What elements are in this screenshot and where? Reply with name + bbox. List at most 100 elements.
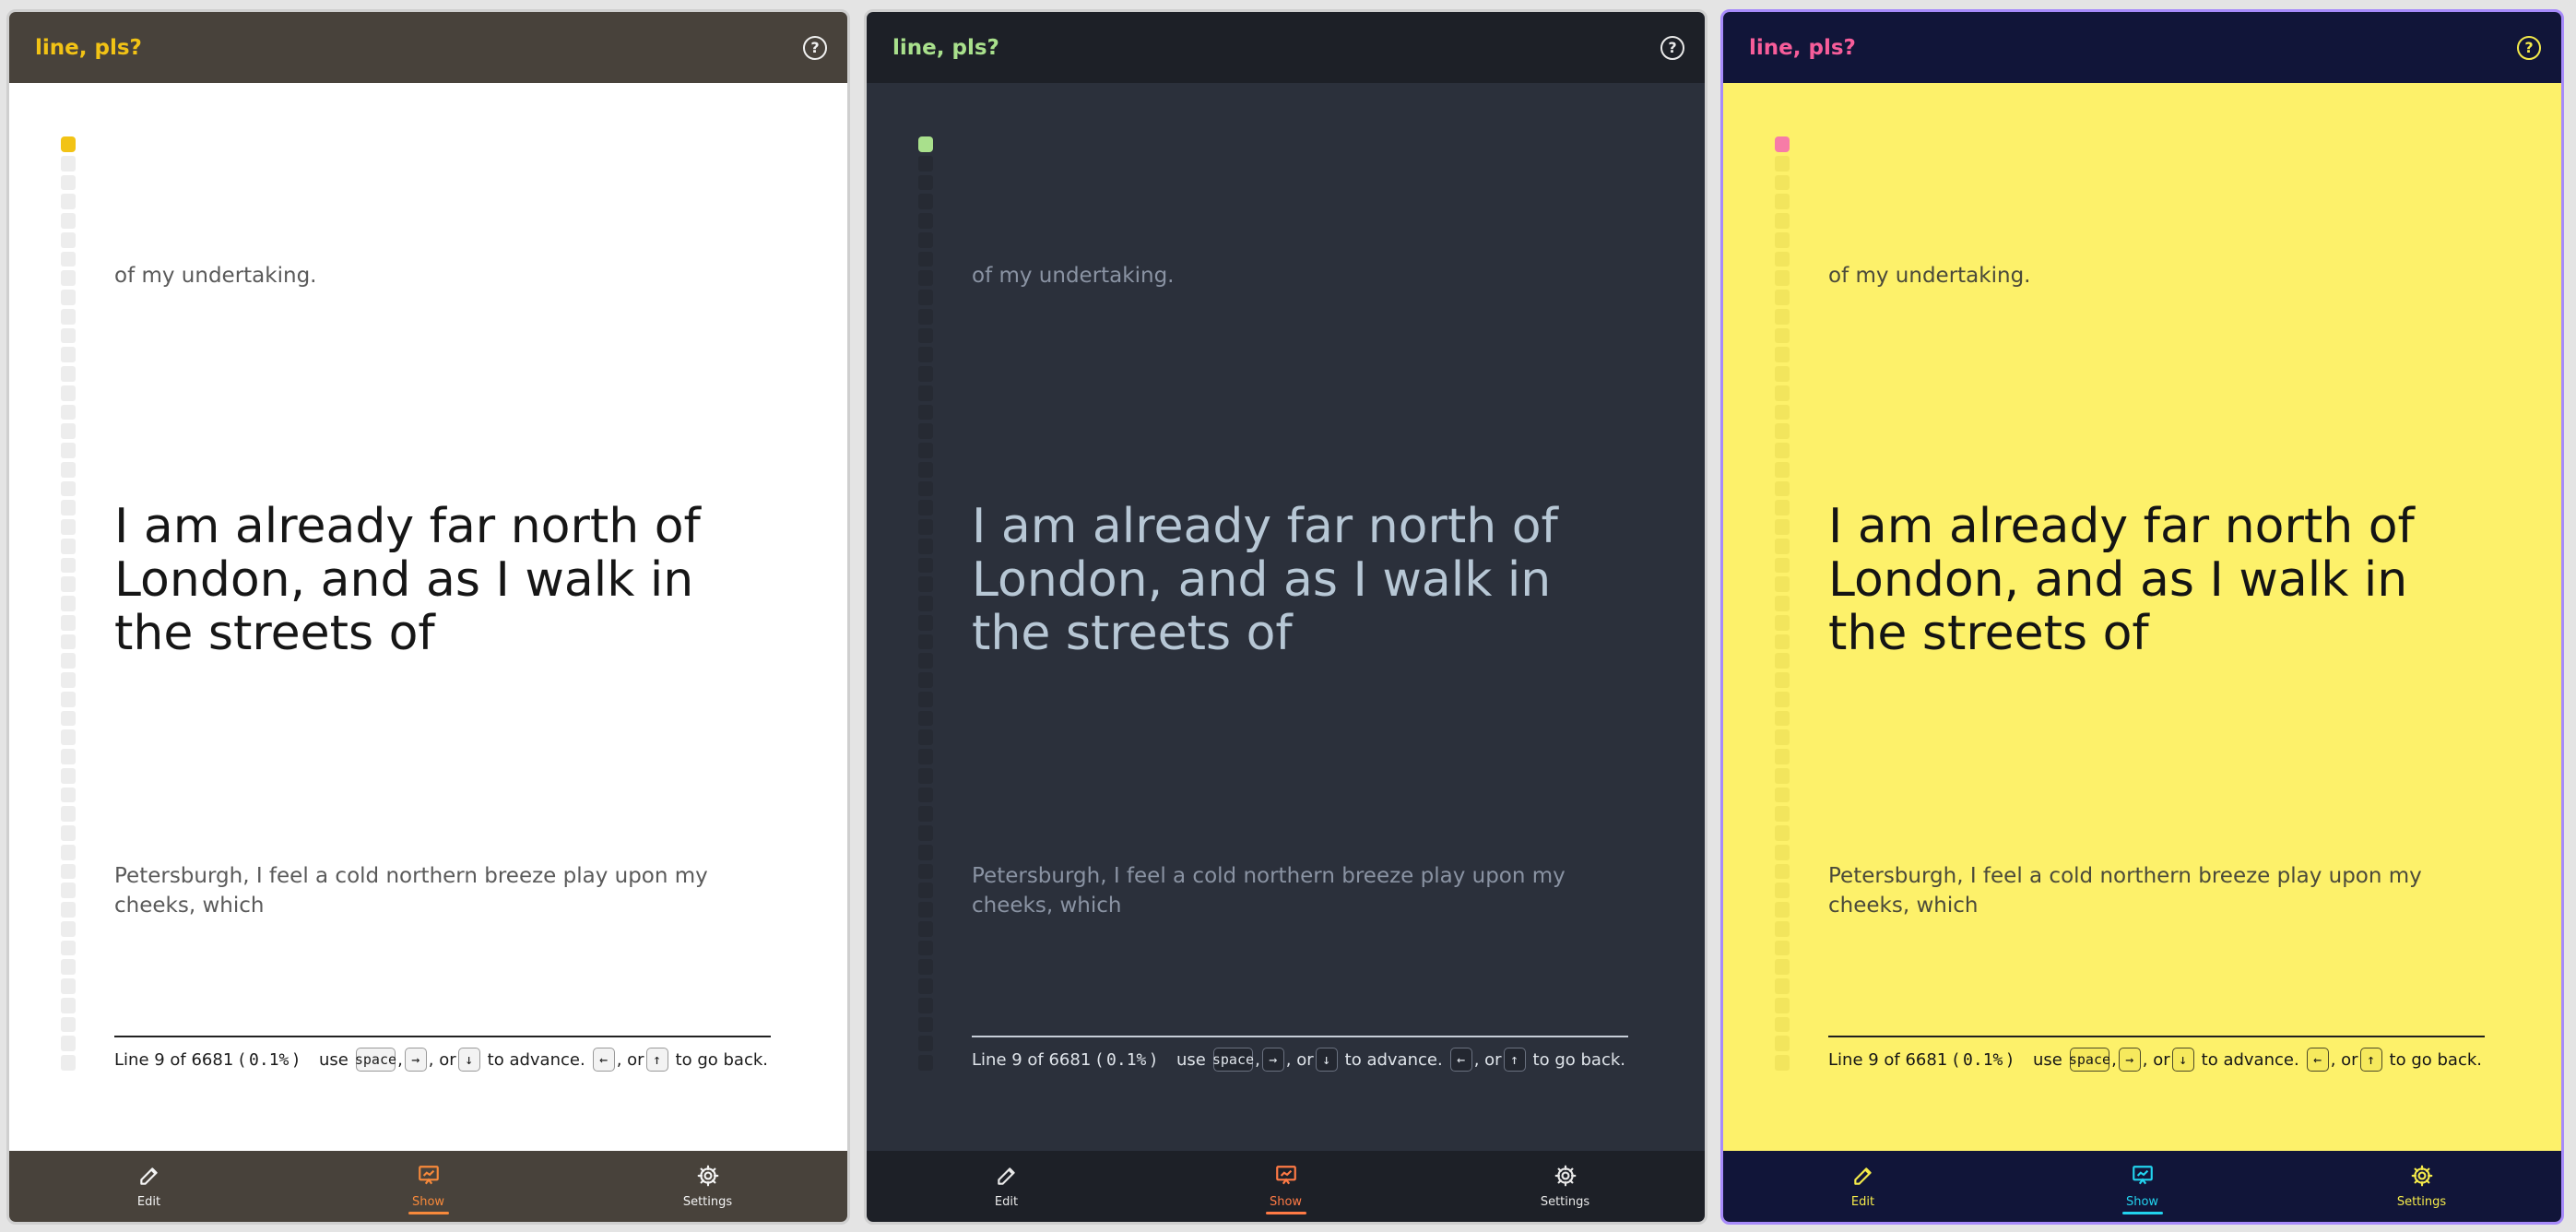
progress-marker[interactable] [61,863,76,880]
progress-marker[interactable] [61,576,76,592]
progress-marker[interactable] [61,1016,76,1033]
progress-marker[interactable] [61,959,76,975]
progress-marker[interactable] [1775,538,1790,554]
progress-marker[interactable] [918,1055,933,1071]
progress-marker[interactable] [61,1036,76,1051]
progress-marker-current[interactable] [918,136,933,152]
nav-settings[interactable]: Settings [1510,1151,1621,1222]
progress-marker[interactable] [918,557,933,574]
progress-marker[interactable] [61,557,76,574]
progress-marker[interactable] [1775,480,1790,497]
progress-marker[interactable] [1775,729,1790,745]
progress-marker[interactable] [918,672,933,688]
progress-marker[interactable] [1775,749,1790,764]
progress-marker-current[interactable] [61,136,76,152]
progress-marker[interactable] [1775,614,1790,631]
progress-marker[interactable] [61,787,76,803]
progress-marker[interactable] [918,767,933,784]
progress-marker[interactable] [61,614,76,631]
progress-marker[interactable] [1775,347,1790,362]
progress-marker[interactable] [61,155,76,172]
progress-marker[interactable] [61,710,76,727]
progress-marker[interactable] [61,596,76,611]
progress-marker[interactable] [61,519,76,535]
progress-marker[interactable] [1775,576,1790,592]
progress-marker[interactable] [1775,213,1790,229]
progress-marker[interactable] [918,749,933,764]
progress-marker[interactable] [61,825,76,841]
progress-marker[interactable] [918,653,933,669]
progress-marker[interactable] [918,308,933,325]
progress-marker[interactable] [1775,443,1790,458]
progress-marker[interactable] [918,480,933,497]
progress-marker[interactable] [1775,710,1790,727]
progress-marker[interactable] [918,576,933,592]
nav-edit[interactable]: Edit [94,1151,205,1222]
progress-marker[interactable] [61,443,76,458]
progress-marker-current[interactable] [1775,136,1790,152]
progress-marker[interactable] [61,270,76,286]
progress-marker[interactable] [61,213,76,229]
nav-settings[interactable]: Settings [653,1151,763,1222]
progress-marker[interactable] [918,1036,933,1051]
progress-marker[interactable] [61,653,76,669]
progress-marker[interactable] [918,1016,933,1033]
progress-marker[interactable] [1775,461,1790,478]
progress-marker[interactable] [61,920,76,937]
progress-marker[interactable] [918,883,933,898]
progress-marker[interactable] [61,1055,76,1071]
progress-marker[interactable] [1775,366,1790,382]
progress-marker[interactable] [61,308,76,325]
nav-settings[interactable]: Settings [2367,1151,2477,1222]
progress-marker[interactable] [1775,155,1790,172]
progress-marker[interactable] [918,385,933,401]
nav-show[interactable]: Show [1231,1151,1341,1222]
progress-marker[interactable] [61,538,76,554]
progress-marker[interactable] [1775,251,1790,267]
progress-marker[interactable] [1775,902,1790,918]
progress-marker[interactable] [918,997,933,1013]
progress-marker[interactable] [918,461,933,478]
progress-marker[interactable] [1775,1036,1790,1051]
progress-marker[interactable] [61,691,76,707]
progress-marker[interactable] [1775,290,1790,305]
progress-marker[interactable] [61,634,76,650]
progress-marker[interactable] [918,213,933,229]
progress-marker[interactable] [918,614,933,631]
progress-marker[interactable] [61,174,76,191]
help-icon[interactable]: ? [1660,35,1684,60]
progress-marker[interactable] [918,366,933,382]
progress-marker[interactable] [1775,519,1790,535]
progress-marker[interactable] [918,691,933,707]
progress-marker[interactable] [61,806,76,822]
progress-marker[interactable] [918,806,933,822]
progress-marker[interactable] [918,174,933,191]
progress-marker[interactable] [61,251,76,267]
progress-marker[interactable] [1775,1055,1790,1071]
progress-marker[interactable] [1775,327,1790,344]
progress-marker[interactable] [1775,308,1790,325]
progress-marker[interactable] [61,672,76,688]
nav-edit[interactable]: Edit [951,1151,1062,1222]
progress-marker[interactable] [61,997,76,1013]
progress-marker[interactable] [918,596,933,611]
progress-marker[interactable] [1775,557,1790,574]
progress-marker[interactable] [1775,231,1790,248]
progress-marker[interactable] [61,844,76,860]
progress-marker[interactable] [918,710,933,727]
progress-marker[interactable] [918,500,933,515]
progress-marker[interactable] [918,538,933,554]
progress-marker[interactable] [1775,806,1790,822]
progress-marker[interactable] [918,519,933,535]
progress-marker[interactable] [1775,500,1790,515]
progress-marker[interactable] [61,767,76,784]
progress-marker[interactable] [1775,596,1790,611]
progress-marker[interactable] [61,902,76,918]
progress-marker[interactable] [1775,385,1790,401]
progress-marker[interactable] [918,194,933,209]
progress-marker[interactable] [1775,787,1790,803]
progress-marker[interactable] [918,959,933,975]
progress-marker[interactable] [1775,1016,1790,1033]
progress-marker[interactable] [1775,672,1790,688]
progress-marker[interactable] [918,270,933,286]
